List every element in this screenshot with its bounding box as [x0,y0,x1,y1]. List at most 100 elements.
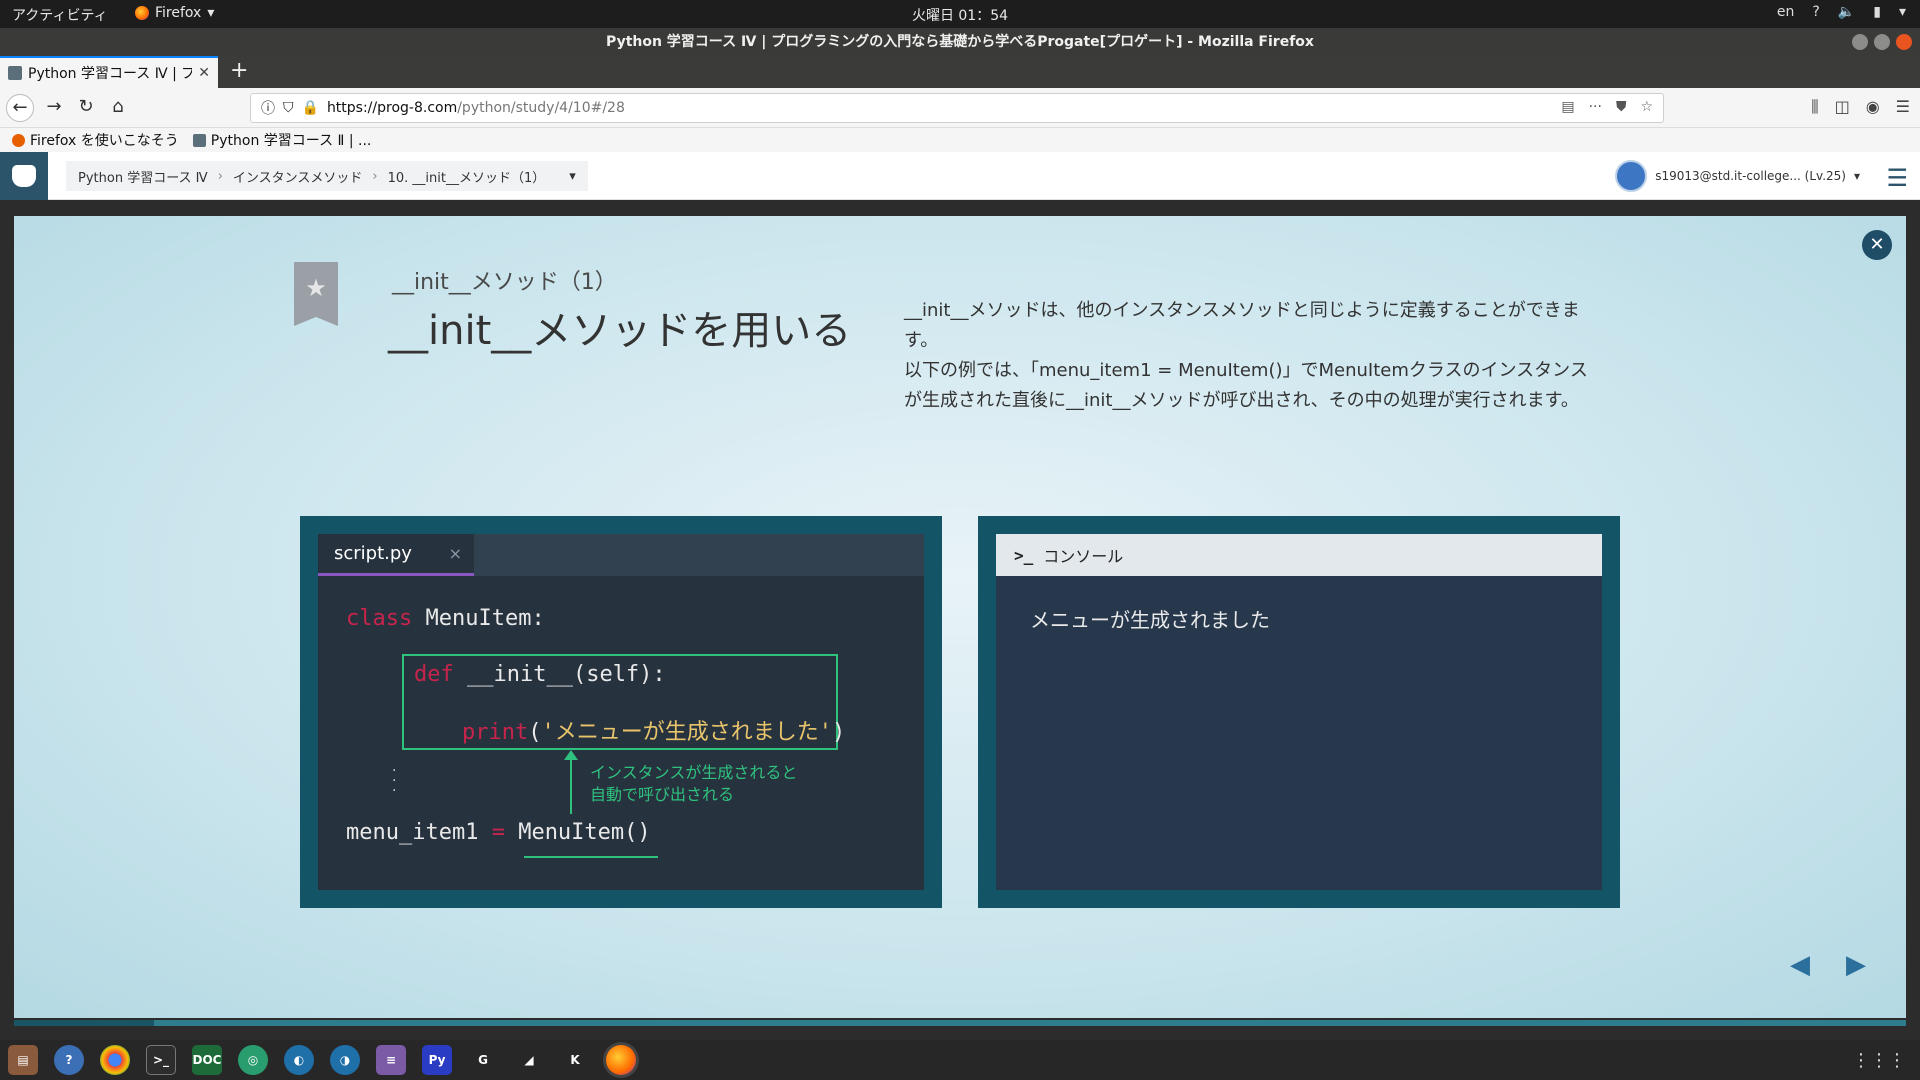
browser-tab[interactable]: Python 学習コース Ⅳ | プ ✕ [0,56,218,88]
chrome-icon[interactable] [100,1045,130,1075]
pocket-icon[interactable]: ⛊ [1616,99,1627,115]
home-button[interactable]: ⌂ [106,96,130,117]
chevron-down-icon[interactable]: ▾ [569,169,576,184]
hamburger-menu-icon[interactable]: ☰ [1886,164,1908,192]
chevron-right-icon: › [217,168,223,184]
bookmark-ribbon[interactable]: ★ [294,262,338,326]
terminal-icon[interactable]: >_ [146,1045,176,1075]
console-header: >_ コンソール [996,534,1602,576]
reload-button[interactable]: ↻ [74,96,98,117]
code-line: def __init__(self): [414,662,666,687]
user-menu[interactable]: s19013@std.it-college... (Lv.25) ▾ [1615,160,1860,192]
new-tab-button[interactable]: + [230,58,248,83]
app-icon[interactable]: ◑ [330,1045,360,1075]
bookmarks-toolbar: Firefox を使いこなそう Python 学習コース Ⅱ | ... [0,128,1920,152]
code-keyword: class [346,606,413,631]
system-top-bar: アクティビティ Firefox ▾ 火曜日 01：54 en ? 🔈 ▮ ▾ [0,0,1920,28]
progress-fill [14,1020,154,1026]
url-bar[interactable]: ⓘ ⛉ 🔒 https://prog-8.com/python/study/4/… [250,93,1664,123]
bookmark-label: Firefox を使いこなそう [30,133,179,149]
breadcrumb-course[interactable]: Python 学習コース Ⅳ [78,167,208,186]
volume-icon[interactable]: 🔈 [1838,4,1855,20]
next-slide-button[interactable]: ▶ [1846,950,1866,980]
power-menu-icon[interactable]: ▾ [1899,4,1906,20]
activities-button[interactable]: アクティビティ [12,5,108,25]
lesson-stage: ✕ ★ __init__メソッド（1） __init__メソッドを用いる __i… [0,200,1920,1026]
progate-header: Python 学習コース Ⅳ › インスタンスメソッド › 10. __init… [0,152,1920,200]
user-name: s19013@std.it-college... (Lv.25) [1655,169,1846,183]
description-paragraph: 以下の例では、「menu_item1 = MenuItem()」でMenuIte… [904,360,1588,411]
app-icon[interactable]: ◎ [238,1045,268,1075]
battery-icon[interactable]: ▮ [1873,4,1881,20]
editor-tab-bar: script.py × [318,534,924,576]
library-icon[interactable]: ⫼ [1811,97,1818,117]
account-icon[interactable]: ◉ [1866,97,1880,117]
language-indicator[interactable]: en [1777,4,1795,20]
code-keyword: print [462,720,529,745]
breadcrumb-chapter[interactable]: インスタンスメソッド [233,167,362,186]
pyizm-icon[interactable]: Py [422,1045,452,1075]
slide-progress-bar [14,1020,1906,1026]
previous-slide-button[interactable]: ◀ [1790,950,1810,980]
tab-close-icon[interactable]: ✕ [198,65,210,81]
back-button[interactable]: ← [6,94,34,122]
console: >_ コンソール メニューが生成されました [996,534,1602,890]
code-text: __init__(self): [453,662,666,687]
app-menu-label: Firefox [155,5,202,21]
doc-app-icon[interactable]: DOC [192,1045,222,1075]
instantiation-underline [524,856,658,858]
reader-view-icon[interactable]: ▤ [1561,99,1574,115]
help-icon[interactable]: ? [1812,4,1819,20]
bookmark-item[interactable]: Python 学習コース Ⅱ | ... [192,130,372,150]
lock-icon[interactable]: 🔒 [302,100,319,116]
description-paragraph: __init__メソッドは、他のインスタンスメソッドと同じように定義することがで… [904,300,1580,351]
toolbar-right: ⫼ ◫ ◉ ☰ [1811,97,1910,117]
bookmark-star-icon[interactable]: ☆ [1640,99,1653,115]
minimize-button[interactable] [1852,34,1868,50]
star-icon: ★ [305,274,327,302]
console-panel: >_ コンソール メニューが生成されました [978,516,1620,908]
app-icon[interactable]: ◐ [284,1045,314,1075]
app-icon[interactable]: ◢ [514,1045,544,1075]
lesson-slide: ✕ ★ __init__メソッド（1） __init__メソッドを用いる __i… [14,216,1906,1018]
code-keyword: def [414,662,454,687]
progate-favicon-icon [8,66,22,80]
help-icon[interactable]: ? [54,1045,84,1075]
clock[interactable]: 火曜日 01：54 [0,5,1920,25]
app-menu[interactable]: Firefox ▾ [135,5,214,21]
call-arrow [570,756,572,814]
url-path: /python/study/4/10#/28 [457,100,625,116]
tracking-shield-icon[interactable]: ⛉ [283,100,294,116]
code-text: MenuItem() [504,820,651,845]
firefox-icon[interactable] [606,1045,636,1075]
code-text: MenuItem: [412,606,545,631]
ellipsis-dots: · · · [392,763,397,799]
sidebar-icon[interactable]: ◫ [1835,97,1850,117]
close-window-button[interactable] [1896,34,1912,50]
code-editor: script.py × class MenuItem: def __init__… [318,534,924,890]
window-title-bar: Python 学習コース Ⅳ | プログラミングの入門なら基礎から学べるProg… [0,28,1920,56]
file-tab[interactable]: script.py × [318,534,474,576]
hamburger-menu-icon[interactable]: ☰ [1896,97,1910,117]
maximize-button[interactable] [1874,34,1890,50]
text-editor-icon[interactable]: ≡ [376,1045,406,1075]
files-icon[interactable]: ▤ [8,1045,38,1075]
close-slide-button[interactable]: ✕ [1862,230,1892,260]
progate-logo[interactable] [0,152,48,200]
breadcrumb-lesson[interactable]: 10. __init__メソッド（1） [388,167,546,186]
bookmark-label: Python 学習コース Ⅱ | ... [210,133,372,149]
breadcrumb: Python 学習コース Ⅳ › インスタンスメソッド › 10. __init… [66,161,588,191]
window-controls [1852,34,1912,50]
progate-logo-icon [12,165,36,187]
bookmark-item[interactable]: Firefox を使いこなそう [12,130,179,150]
avatar [1615,160,1648,192]
app-icon[interactable]: K [560,1045,590,1075]
progate-favicon-icon [192,133,206,147]
firefox-icon [135,6,149,20]
show-applications-icon[interactable]: ⋮⋮⋮ [1852,1050,1906,1071]
forward-button[interactable]: → [42,96,66,117]
app-icon[interactable]: G [468,1045,498,1075]
slide-subtitle: __init__メソッド（1） [392,270,617,295]
info-icon[interactable]: ⓘ [261,98,275,118]
page-actions-icon[interactable]: ··· [1589,99,1602,115]
